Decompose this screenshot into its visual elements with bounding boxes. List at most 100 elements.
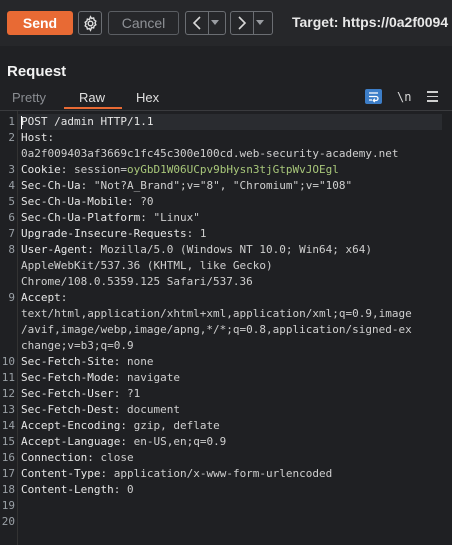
forward-button[interactable] (231, 12, 253, 34)
request-line: /avif,image/webp,image/apng,*/*;q=0.8,ap… (21, 323, 412, 336)
request-line: Sec-Ch-Ua: "Not?A_Brand";v="8", "Chromiu… (21, 179, 352, 192)
request-line: POST /admin HTTP/1.1 (21, 115, 153, 128)
line-number: 13 (1, 403, 15, 416)
line-number: 17 (1, 467, 15, 480)
toolbar: Send Cancel Target: https://0a2f0094 (0, 0, 452, 46)
back-navigation (185, 11, 226, 35)
header-separator: : (113, 483, 121, 496)
header-value: /avif,image/webp,image/apng,*/*;q=0.8,ap… (21, 323, 412, 336)
header-separator: : (113, 387, 121, 400)
line-number: 3 (8, 163, 15, 176)
forward-navigation (230, 11, 273, 35)
request-line: Upgrade-Insecure-Requests: 1 (21, 227, 206, 240)
line-number: 12 (1, 387, 15, 400)
back-history-dropdown[interactable] (208, 12, 221, 34)
menu-icon[interactable] (427, 91, 438, 102)
back-button[interactable] (186, 12, 208, 34)
header-value: session= (74, 163, 127, 176)
header-value: application/x-www-form-urlencoded (113, 467, 333, 480)
session-cookie-value: oyGbD1W06UCpv9bHysn3tjGtpWvJOEgl (126, 163, 339, 176)
tab-hex[interactable]: Hex (136, 90, 159, 105)
panel-title: Request (7, 63, 67, 80)
header-name: Sec-Ch-Ua-Platform (21, 211, 141, 224)
header-name: Content-Length (21, 483, 114, 496)
tab-pretty[interactable]: Pretty (12, 90, 46, 105)
newline-icon[interactable]: \n (397, 90, 411, 104)
request-line: Cookie: session=oyGbD1W06UCpv9bHysn3tjGt… (21, 163, 339, 176)
line-number: 7 (8, 227, 15, 240)
header-separator: : (120, 419, 127, 432)
header-value: Chrome/108.0.5359.125 Safari/537.36 (21, 275, 253, 288)
header-separator: : (120, 435, 127, 448)
request-line: Chrome/108.0.5359.125 Safari/537.36 (21, 275, 253, 288)
line-number: 11 (1, 371, 15, 384)
header-value: Mozilla/5.0 (Windows NT 10.0; Win64; x64… (100, 243, 373, 256)
chevron-left-icon (192, 16, 201, 30)
header-separator: : (87, 243, 94, 256)
request-line: Sec-Fetch-Mode: navigate (21, 371, 180, 384)
cancel-button[interactable]: Cancel (108, 11, 179, 35)
target-label[interactable]: Target: https://0a2f0094 (292, 14, 448, 30)
line-number: 15 (1, 435, 15, 448)
request-line: Content-Length: 0 (21, 483, 134, 496)
header-value: 0a2f009403af3669c1fc45c300e100cd.web-sec… (21, 147, 399, 160)
header-name: Accept-Encoding (21, 419, 121, 432)
header-separator: : (80, 179, 88, 192)
line-number: 2 (8, 131, 15, 144)
line-number: 18 (1, 483, 15, 496)
request-editor[interactable]: 1 POST /admin HTTP/1.1 2 Host: 0a2f009403af3… (0, 111, 452, 545)
request-line: Accept-Encoding: gzip, deflate (21, 419, 220, 432)
request-line: Connection: close (21, 451, 134, 464)
word-wrap-icon[interactable] (365, 89, 382, 104)
line-number: 19 (1, 499, 15, 512)
request-line: Sec-Fetch-Dest: document (21, 403, 180, 416)
header-name: Sec-Fetch-User (21, 387, 114, 400)
header-name: User-Agent (21, 243, 88, 256)
tab-raw[interactable]: Raw (79, 90, 105, 105)
line-number: 4 (8, 179, 15, 192)
header-name: Accept (21, 291, 61, 304)
header-name: Accept-Language (21, 435, 121, 448)
header-name: Content-Type (21, 467, 101, 480)
request-line: Sec-Ch-Ua-Platform: "Linux" (21, 211, 200, 224)
header-separator: : (100, 467, 108, 480)
header-separator: : (186, 227, 194, 240)
header-value: change;v=b3;q=0.9 (21, 339, 134, 352)
header-separator: : (113, 371, 121, 384)
active-tab-indicator (64, 107, 122, 109)
header-value: navigate (126, 371, 180, 384)
line-number: 5 (8, 195, 15, 208)
request-line: Sec-Ch-Ua-Mobile: ?0 (21, 195, 153, 208)
header-value: none (126, 355, 154, 368)
header-name: Connection (21, 451, 88, 464)
header-separator: : (47, 131, 55, 144)
header-value: AppleWebKit/537.36 (KHTML, like Gecko) (21, 259, 273, 272)
line-number: 1 (8, 115, 15, 128)
request-line: Content-Type: application/x-www-form-url… (21, 467, 332, 480)
send-button[interactable]: Send (7, 11, 73, 35)
header-value: document (126, 403, 180, 416)
header-name: Sec-Fetch-Mode (21, 371, 114, 384)
header-value: close (100, 451, 134, 464)
header-separator: : (140, 211, 147, 224)
header-name: Sec-Ch-Ua-Mobile (21, 195, 127, 208)
header-value: "Not?A_Brand";v="8", "Chromium";v="108" (93, 179, 353, 192)
line-number: 14 (1, 419, 15, 432)
header-value: 1 (199, 227, 207, 240)
header-value: 0 (126, 483, 134, 496)
header-separator: : (113, 355, 121, 368)
forward-history-dropdown[interactable] (253, 12, 266, 34)
header-separator: : (87, 451, 94, 464)
header-separator: : (126, 195, 134, 208)
header-value: "Linux" (153, 211, 200, 224)
request-line: Accept-Language: en-US,en;q=0.9 (21, 435, 226, 448)
header-value: ?0 (140, 195, 154, 208)
request-line: Host: (21, 131, 54, 144)
request-line: change;v=b3;q=0.9 (21, 339, 134, 352)
settings-button[interactable] (78, 11, 102, 35)
header-name: Sec-Fetch-Dest (21, 403, 114, 416)
request-line: Sec-Fetch-User: ?1 (21, 387, 140, 400)
gear-icon (84, 15, 97, 32)
request-line: text/html,application/xhtml+xml,applicat… (21, 307, 412, 320)
header-separator: : (60, 163, 68, 176)
